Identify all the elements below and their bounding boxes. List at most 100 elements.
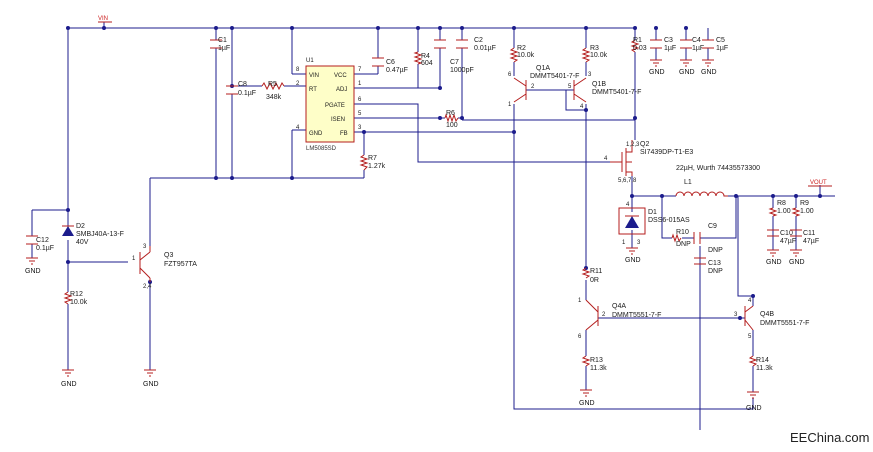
svg-text:L1: L1 [684, 179, 692, 186]
resistor-r13: R13 11.3k [581, 355, 607, 372]
svg-text:GND: GND [766, 259, 782, 266]
svg-text:ADJ: ADJ [336, 87, 347, 93]
svg-text:1000pF: 1000pF [450, 67, 474, 74]
svg-text:FB: FB [340, 131, 348, 137]
svg-text:10.0k: 10.0k [70, 299, 88, 306]
svg-text:DNP: DNP [676, 241, 691, 248]
mosfet-q2: 4 1,2,3 5,6,7,8 Q2 SI7439DP-T1-E3 [604, 140, 693, 184]
vin-rail-label: VIN [98, 16, 112, 23]
svg-text:1: 1 [358, 81, 362, 87]
svg-text:R9: R9 [800, 200, 809, 207]
resistor-r5: R5 348k [261, 81, 285, 101]
svg-text:1.00: 1.00 [800, 208, 814, 215]
svg-text:2: 2 [602, 312, 606, 318]
svg-text:D2: D2 [76, 223, 85, 230]
svg-text:4: 4 [604, 156, 608, 162]
svg-text:C1: C1 [218, 37, 227, 44]
svg-text:DNP: DNP [708, 247, 723, 254]
svg-text:R12: R12 [70, 291, 83, 298]
svg-text:3: 3 [588, 72, 592, 78]
svg-text:R1: R1 [633, 37, 642, 44]
svg-text:40V: 40V [76, 239, 89, 246]
svg-text:0.03: 0.03 [633, 45, 647, 52]
svg-text:R7: R7 [368, 155, 377, 162]
svg-text:Q2: Q2 [640, 141, 649, 148]
svg-text:3: 3 [143, 244, 147, 250]
svg-text:DMMT5551-7-F: DMMT5551-7-F [612, 312, 661, 319]
svg-text:R6: R6 [446, 110, 455, 117]
svg-text:R5: R5 [268, 81, 277, 88]
svg-text:1: 1 [578, 298, 582, 304]
svg-text:348k: 348k [266, 94, 282, 101]
capacitor-c8: C8 0.1µF [226, 81, 256, 97]
svg-text:GND: GND [746, 405, 762, 412]
svg-text:3: 3 [637, 240, 641, 246]
svg-text:PGATE: PGATE [325, 103, 345, 109]
ground-symbol-r13: GND [579, 389, 595, 407]
svg-text:C3: C3 [664, 37, 673, 44]
svg-text:8: 8 [296, 67, 300, 73]
svg-text:DMMT5401-7-F: DMMT5401-7-F [530, 73, 579, 80]
svg-text:C8: C8 [238, 81, 247, 88]
svg-text:1,2,3: 1,2,3 [626, 142, 640, 148]
inductor-l1: L1 22µH, Wurth 74435573300 [675, 165, 760, 197]
svg-text:Q4B: Q4B [760, 311, 774, 318]
svg-text:Q4A: Q4A [612, 303, 626, 310]
svg-text:C7: C7 [450, 59, 459, 66]
svg-text:4: 4 [626, 202, 630, 208]
svg-text:0.01µF: 0.01µF [474, 45, 496, 52]
svg-text:0.1µF: 0.1µF [36, 245, 54, 252]
svg-text:C9: C9 [708, 223, 717, 230]
ic-u1: U1 LM5085SD VIN 8 RT 2 GND 4 VCC 7 ADJ 1… [296, 58, 362, 152]
svg-text:5,6,7,8: 5,6,7,8 [618, 178, 637, 184]
svg-text:11.3k: 11.3k [756, 365, 773, 372]
svg-text:R3: R3 [590, 45, 599, 52]
svg-text:R14: R14 [756, 357, 769, 364]
svg-text:GND: GND [61, 381, 77, 388]
svg-text:4: 4 [748, 298, 752, 304]
svg-text:3: 3 [734, 312, 738, 318]
svg-text:604: 604 [421, 60, 433, 67]
capacitor-c1: C1 1µF [210, 37, 230, 52]
resistor-r6: R6 100 [444, 110, 459, 129]
svg-text:6: 6 [578, 334, 582, 340]
resistor-r2: R2 10.0k [509, 45, 535, 63]
svg-text:6: 6 [508, 72, 512, 78]
capacitor-c10: C10 47µF [767, 229, 796, 245]
svg-text:5: 5 [358, 111, 362, 117]
svg-text:R8: R8 [777, 200, 786, 207]
resistor-r7: R7 1.27k [359, 154, 386, 171]
svg-text:VCC: VCC [334, 73, 347, 79]
svg-text:22µH, Wurth 74435573300: 22µH, Wurth 74435573300 [676, 165, 760, 172]
svg-text:C4: C4 [692, 37, 701, 44]
svg-text:1µF: 1µF [716, 45, 728, 52]
svg-text:2: 2 [531, 84, 535, 90]
ground-symbol-c12: GND [25, 257, 41, 275]
svg-text:GND: GND [679, 69, 695, 76]
svg-text:R11: R11 [590, 268, 602, 275]
svg-text:GND: GND [701, 69, 717, 76]
ground-symbol-c5: GND [701, 59, 717, 76]
svg-text:5: 5 [748, 334, 752, 340]
svg-text:0.47µF: 0.47µF [386, 67, 408, 74]
resistor-r1: R1 0.03 [630, 37, 647, 53]
svg-text:1µF: 1µF [218, 45, 230, 52]
resistor-r12: R12 10.0k [63, 291, 88, 306]
svg-text:GND: GND [579, 400, 595, 407]
ground-symbol-c11: GND [789, 249, 805, 266]
svg-text:R2: R2 [517, 45, 526, 52]
svg-text:2,4: 2,4 [143, 284, 152, 290]
tvs-diode-d2: D2 SMBJ40A-13-F 40V [62, 223, 124, 246]
ground-symbol-r14: GND [746, 391, 762, 412]
svg-text:GND: GND [789, 259, 805, 266]
svg-text:100: 100 [446, 122, 458, 129]
transistor-q4a: 1 2 6 Q4A DMMT5551-7-F [578, 298, 661, 340]
svg-text:VIN: VIN [309, 73, 319, 79]
schottky-diode-d1: 4 1 3 D1 DSS6-015AS [618, 202, 690, 246]
svg-text:DNP: DNP [708, 268, 723, 275]
ground-symbol-c3: GND [649, 59, 665, 76]
svg-text:C6: C6 [386, 59, 395, 66]
svg-text:C5: C5 [716, 37, 725, 44]
svg-text:1: 1 [132, 256, 136, 262]
ground-symbol-r12: GND [61, 369, 77, 388]
